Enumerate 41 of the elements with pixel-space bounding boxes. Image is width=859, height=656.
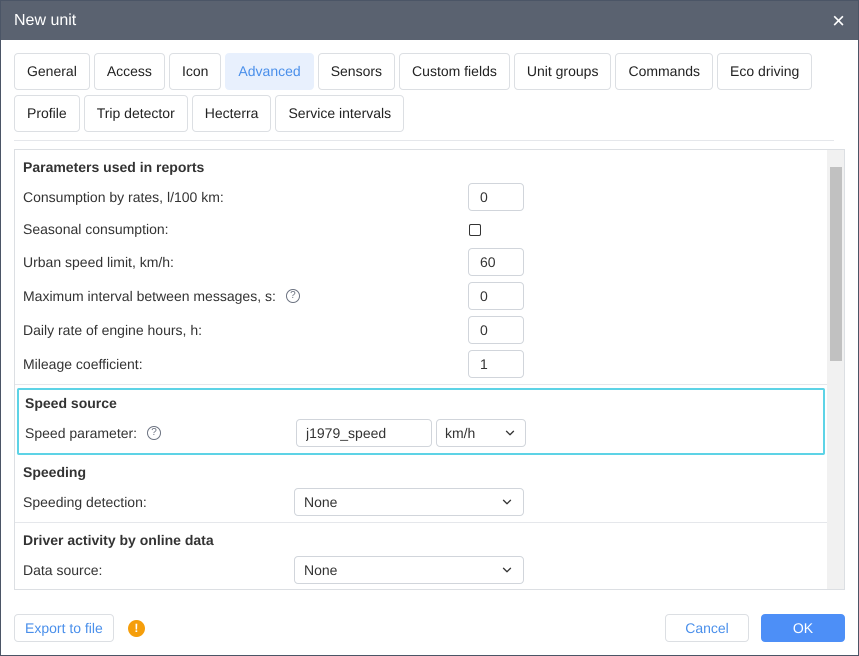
field-label: Consumption by rates, l/100 km:	[23, 188, 224, 207]
field-label: Mileage coefficient:	[23, 354, 143, 374]
dropdown[interactable]: None	[294, 488, 524, 516]
tab[interactable]: Custom fields	[399, 53, 510, 90]
field-label: Seasonal consumption:	[23, 220, 169, 239]
number-field[interactable]: 0	[468, 183, 524, 211]
tab[interactable]: Access	[94, 53, 165, 90]
number-field[interactable]: 60	[468, 248, 524, 276]
scrollbar-thumb[interactable]	[830, 167, 842, 361]
field-label: Daily rate of engine hours, h:	[23, 320, 202, 340]
scrollbar[interactable]	[827, 150, 844, 589]
field-label: Urban speed limit, km/h:	[23, 252, 174, 272]
tab[interactable]: Trip detector	[84, 95, 188, 132]
number-field[interactable]: 0	[468, 282, 524, 310]
dropdown[interactable]: None	[294, 556, 524, 584]
field-label: Maximum interval between messages, s:	[23, 286, 276, 306]
tab[interactable]: Commands	[615, 53, 714, 90]
tab[interactable]: Sensors	[318, 53, 396, 90]
number-field[interactable]: 1	[468, 350, 524, 378]
section-title: Parameters used in reports	[23, 158, 206, 177]
tab[interactable]: Icon	[168, 53, 222, 90]
help-icon[interactable]: ?	[147, 426, 162, 440]
tab[interactable]: Eco driving	[717, 53, 812, 90]
tab[interactable]: Hecterra	[192, 95, 272, 132]
parameter-field[interactable]: j1979_speed	[296, 419, 432, 447]
field-label: Speed parameter:	[25, 424, 138, 443]
section-title: Speeding	[23, 463, 88, 482]
field-label: Data source:	[23, 560, 102, 580]
close-button[interactable]: ×	[832, 10, 845, 32]
unit-dropdown[interactable]: km/h	[436, 419, 526, 447]
help-icon[interactable]: ?	[286, 289, 300, 303]
section-title: Driver activity by online data	[23, 531, 215, 550]
tab[interactable]: Service intervals	[275, 95, 404, 132]
window-title: New unit	[14, 10, 76, 30]
tab[interactable]: Profile	[14, 95, 80, 132]
section-title: Speed source	[25, 394, 118, 413]
tab[interactable]: General	[14, 53, 90, 90]
checkbox[interactable]	[469, 224, 481, 236]
tab[interactable]: Unit groups	[514, 53, 612, 90]
field-label: Speeding detection:	[23, 492, 147, 512]
number-field[interactable]: 0	[468, 316, 524, 344]
